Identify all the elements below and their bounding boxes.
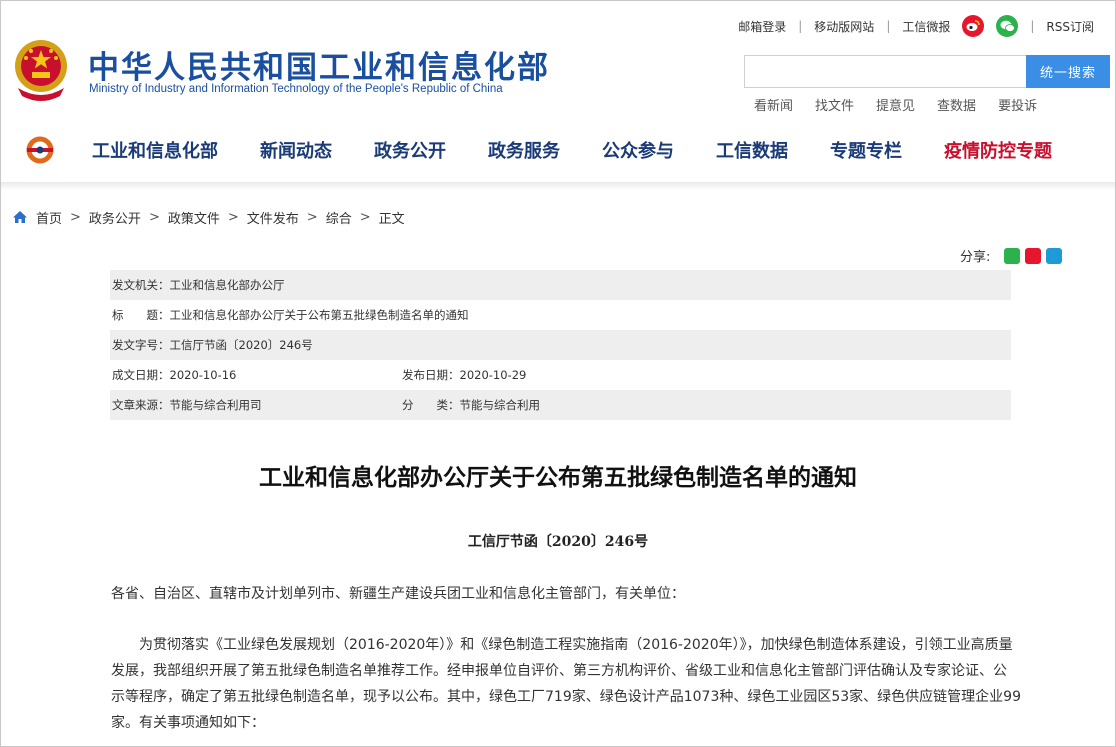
share-qq-icon[interactable] <box>1046 247 1063 264</box>
wechat-icon[interactable] <box>996 15 1019 37</box>
meta-source: 文章来源：节能与综合利用司 <box>112 398 262 412</box>
breadcrumb-policy[interactable]: 政策文件 <box>168 208 220 227</box>
meta-created-date: 成文日期：2020-10-16 <box>112 368 237 382</box>
document-meta-table: 发文机关：工业和信息化部办公厅 标 题：工业和信息化部办公厅关于公布第五批绿色制… <box>110 270 1011 420</box>
search-button[interactable]: 统一搜索 <box>1026 55 1110 88</box>
quick-links: 看新闻 找文件 提意见 查数据 要投诉 <box>754 95 1037 114</box>
site-title[interactable]: 中华人民共和国工业和信息化部 <box>88 42 550 87</box>
mobile-site-link[interactable]: 移动版网站 <box>808 18 880 35</box>
quick-link-news[interactable]: 看新闻 <box>754 95 793 114</box>
rss-link[interactable]: RSS订阅 <box>1040 18 1100 35</box>
nav-item-epidemic[interactable]: 疫情防控专题 <box>944 137 1052 163</box>
meta-row: 文章来源：节能与综合利用司 分 类：节能与综合利用 <box>110 390 1011 420</box>
weibo-icon[interactable] <box>962 15 985 37</box>
nav-item-news[interactable]: 新闻动态 <box>260 137 332 163</box>
breadcrumb-gov-affairs[interactable]: 政务公开 <box>89 208 141 227</box>
share-label: 分享: <box>960 250 991 265</box>
miit-logo-icon[interactable] <box>24 136 56 164</box>
meta-doc-number: 发文字号：工信厅节函〔2020〕246号 <box>112 338 313 352</box>
meta-issuer: 发文机关：工业和信息化部办公厅 <box>112 278 285 292</box>
quick-link-feedback[interactable]: 提意见 <box>876 95 915 114</box>
nav-item-participation[interactable]: 公众参与 <box>602 137 674 163</box>
mail-login-link[interactable]: 邮箱登录 <box>732 18 792 35</box>
article-salutation: 各省、自治区、直辖市及计划单列市、新疆生产建设兵团工业和信息化主管部门，有关单位… <box>111 586 685 602</box>
quick-link-files[interactable]: 找文件 <box>815 95 854 114</box>
divider: | <box>886 19 891 33</box>
nav-item-data[interactable]: 工信数据 <box>716 137 788 163</box>
meta-row: 成文日期：2020-10-16 发布日期：2020-10-29 <box>110 360 1011 390</box>
divider: | <box>1030 19 1035 33</box>
breadcrumb-separator: > <box>227 209 239 225</box>
paragraph-line: 为贯彻落实《工业绿色发展规划（2016-2020年）》和《绿色制造工程实施指南（… <box>139 637 1013 653</box>
meta-title: 标 题：工业和信息化部办公厅关于公布第五批绿色制造名单的通知 <box>112 308 469 322</box>
national-emblem-icon <box>15 40 67 101</box>
breadcrumb-current: 正文 <box>378 211 405 227</box>
top-links: 邮箱登录 | 移动版网站 | 工信微报 | RSS订阅 <box>732 15 1100 37</box>
share-weibo-icon[interactable] <box>1025 247 1042 264</box>
meta-category: 分 类：节能与综合利用 <box>402 398 540 412</box>
paragraph-line: 示等程序，确定了第五批绿色制造名单，现予以公布。其中，绿色工厂719家、绿色设计… <box>111 689 1021 705</box>
nav-item-ministry[interactable]: 工业和信息化部 <box>92 137 218 163</box>
breadcrumb: 首页 > 政务公开 > 政策文件 > 文件发布 > 综合 > 正文 <box>12 208 405 227</box>
weibao-link[interactable]: 工信微报 <box>896 18 956 35</box>
breadcrumb-separator: > <box>148 209 160 225</box>
home-icon[interactable] <box>12 210 28 224</box>
breadcrumb-general[interactable]: 综合 <box>326 208 352 227</box>
article-doc-number: 工信厅节函〔2020〕246号 <box>467 534 649 550</box>
article-paragraph: 为贯彻落实《工业绿色发展规划（2016-2020年）》和《绿色制造工程实施指南（… <box>111 632 1021 736</box>
paragraph-line: 发展，我部组织开展了第五批绿色制造名单推荐工作。经申报单位自评价、第三方机构评价… <box>111 663 1007 679</box>
nav-item-topics[interactable]: 专题专栏 <box>830 137 902 163</box>
breadcrumb-separator: > <box>70 209 81 225</box>
breadcrumb-separator: > <box>306 209 318 225</box>
meta-published-date: 发布日期：2020-10-29 <box>402 368 527 382</box>
site-subtitle: Ministry of Industry and Information Tec… <box>89 83 503 95</box>
quick-link-complaint[interactable]: 要投诉 <box>998 95 1037 114</box>
meta-row: 标 题：工业和信息化部办公厅关于公布第五批绿色制造名单的通知 <box>110 300 1011 330</box>
breadcrumb-release[interactable]: 文件发布 <box>247 208 299 227</box>
share-bar: 分享: <box>960 246 1067 265</box>
search-input[interactable] <box>744 55 1027 88</box>
breadcrumb-separator: > <box>359 209 371 225</box>
nav-divider <box>1 182 1115 190</box>
nav-item-gov-affairs[interactable]: 政务公开 <box>374 137 446 163</box>
meta-row: 发文机关：工业和信息化部办公厅 <box>110 270 1011 300</box>
article-title: 工业和信息化部办公厅关于公布第五批绿色制造名单的通知 <box>259 465 857 491</box>
breadcrumb-home[interactable]: 首页 <box>36 208 62 227</box>
nav-item-services[interactable]: 政务服务 <box>488 137 560 163</box>
main-nav: 工业和信息化部 新闻动态 政务公开 政务服务 公众参与 工信数据 专题专栏 疫情… <box>92 136 1094 164</box>
paragraph-line: 家。有关事项通知如下： <box>111 715 265 731</box>
meta-row: 发文字号：工信厅节函〔2020〕246号 <box>110 330 1011 360</box>
share-wechat-icon[interactable] <box>1004 247 1021 264</box>
divider: | <box>798 19 803 33</box>
quick-link-data[interactable]: 查数据 <box>937 95 976 114</box>
